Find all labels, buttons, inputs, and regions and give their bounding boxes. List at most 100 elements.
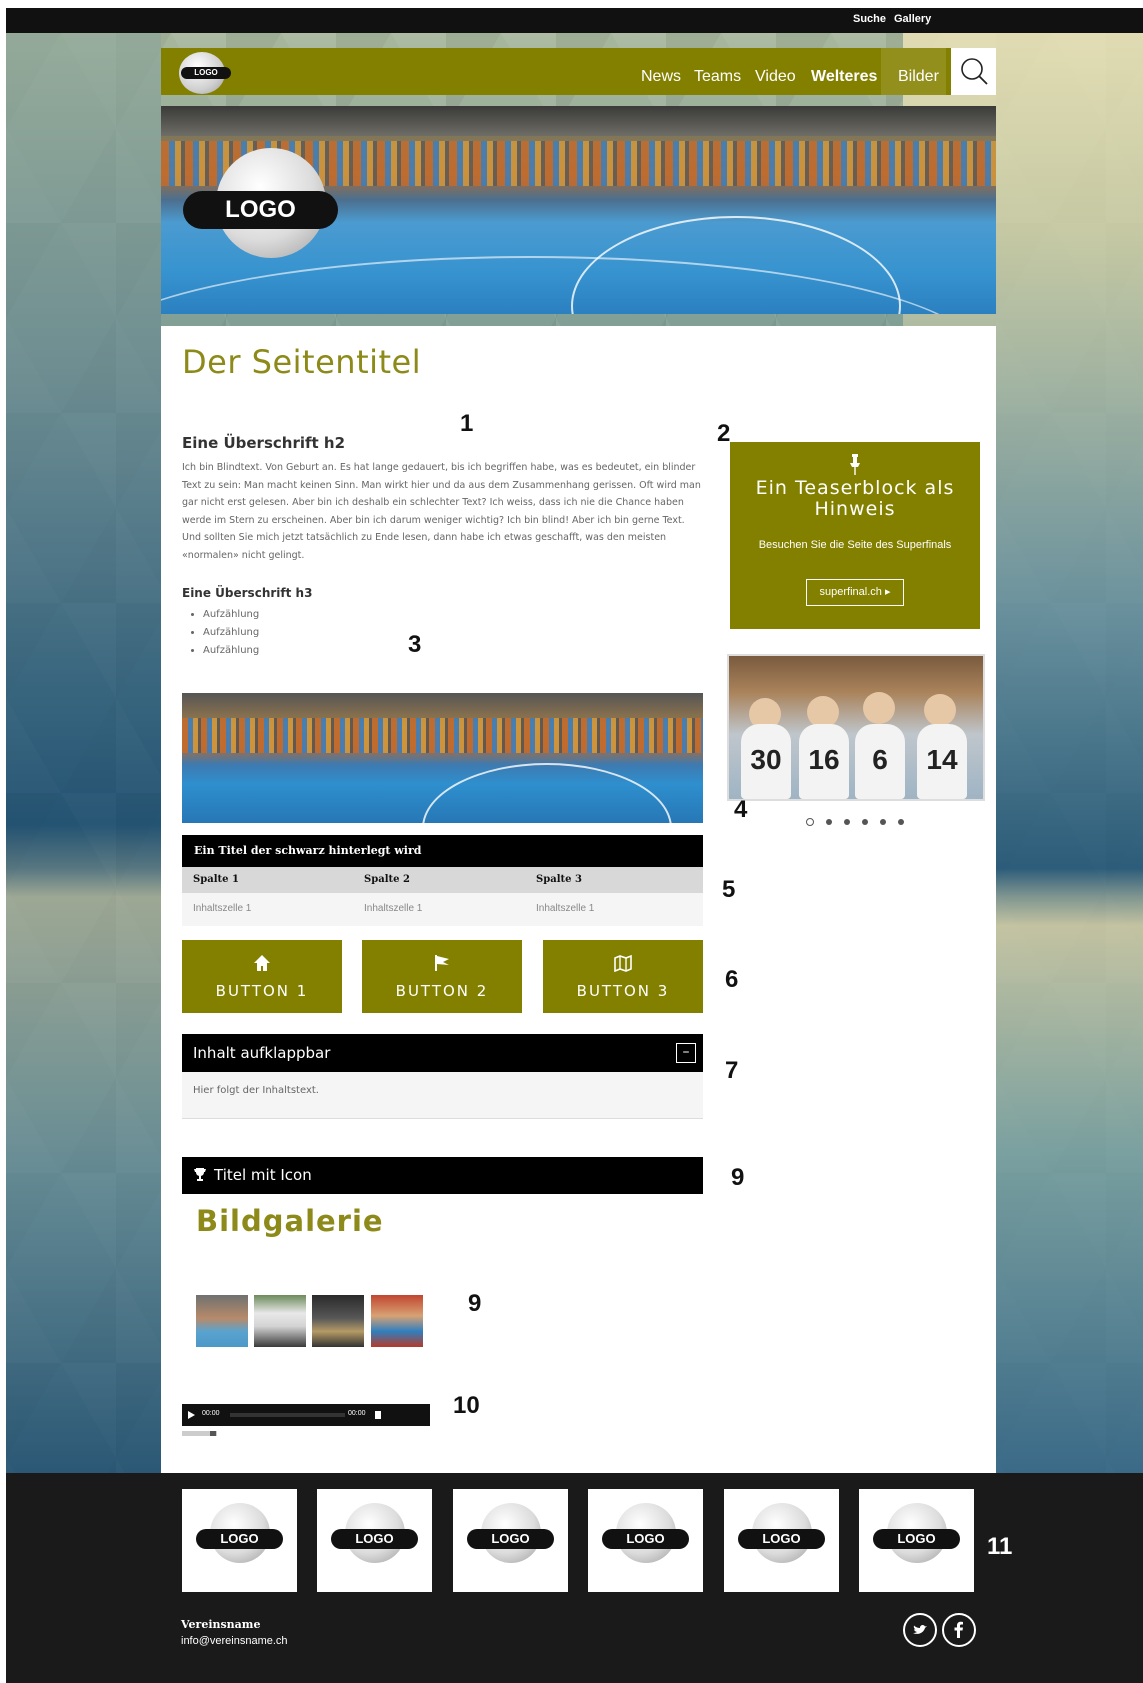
content-image bbox=[182, 693, 703, 823]
sponsor-logo[interactable]: LOGO bbox=[724, 1489, 839, 1592]
table-cell: Inhaltszelle 1 bbox=[536, 903, 595, 914]
marker-11: 11 bbox=[987, 1533, 1013, 1560]
body-text: Ich bin Blindtext. Von Geburt an. Es hat… bbox=[182, 462, 701, 561]
player-jersey: 16 bbox=[799, 724, 849, 799]
pin-icon bbox=[850, 454, 860, 475]
marker-10: 10 bbox=[453, 1392, 480, 1419]
twitter-button[interactable] bbox=[903, 1613, 937, 1647]
main-nav: LOGO News Teams Video Welteres Bilder bbox=[161, 48, 996, 95]
button-3[interactable]: BUTTON 3 bbox=[543, 940, 703, 1013]
slider-dot[interactable] bbox=[898, 818, 904, 825]
button-2[interactable]: BUTTON 2 bbox=[362, 940, 522, 1013]
nav-item-teams[interactable]: Teams bbox=[694, 48, 741, 95]
club-name: Vereinsname bbox=[181, 1618, 261, 1631]
footer: LOGO LOGO LOGO LOGO LOGO LOGO 11 Vereins… bbox=[6, 1473, 1143, 1683]
marker-4: 4 bbox=[734, 796, 748, 823]
sponsor-logo[interactable]: LOGO bbox=[588, 1489, 703, 1592]
sponsor-logo-text: LOGO bbox=[331, 1529, 418, 1549]
search-button[interactable] bbox=[951, 48, 996, 95]
nav-item-bilder[interactable]: Bilder bbox=[898, 48, 939, 95]
table-row: Inhaltszelle 1 Inhaltszelle 1 Inhaltszel… bbox=[182, 893, 703, 926]
player-head bbox=[924, 694, 956, 726]
slider-dot[interactable] bbox=[826, 818, 832, 825]
teaser-subtitle: Besuchen Sie die Seite des Superfinals bbox=[758, 539, 952, 551]
image-slider[interactable]: 30 16 6 14 bbox=[727, 654, 985, 801]
player-jersey: 6 bbox=[855, 724, 905, 799]
icon-title-text: Titel mit Icon bbox=[214, 1166, 312, 1184]
table-cell: Inhaltszelle 1 bbox=[364, 903, 423, 914]
sponsor-logo[interactable]: LOGO bbox=[859, 1489, 974, 1592]
collapse-toggle[interactable]: – bbox=[676, 1043, 696, 1063]
sponsor-logo[interactable]: LOGO bbox=[182, 1489, 297, 1592]
gallery-thumb[interactable] bbox=[254, 1295, 306, 1347]
player-jersey: 30 bbox=[741, 724, 791, 799]
table-header-cell: Spalte 3 bbox=[536, 874, 582, 885]
marker-9: 9 bbox=[731, 1164, 745, 1191]
jersey-number: 14 bbox=[926, 744, 958, 775]
list-item: Aufzählung bbox=[203, 624, 259, 642]
slider-dot[interactable] bbox=[862, 818, 868, 825]
nav-logo[interactable]: LOGO bbox=[181, 67, 231, 79]
page-title: Der Seitentitel bbox=[182, 343, 422, 381]
jersey-number: 16 bbox=[808, 744, 840, 775]
gallery-title: Bildgalerie bbox=[196, 1204, 384, 1238]
volume-knob[interactable] bbox=[210, 1431, 216, 1436]
map-icon bbox=[614, 954, 632, 972]
table-title: Ein Titel der schwarz hinterlegt wird bbox=[182, 835, 703, 867]
club-email-link[interactable]: info@vereinsname.ch bbox=[181, 1635, 288, 1647]
sponsor-logo-text: LOGO bbox=[467, 1529, 554, 1549]
nav-item-news[interactable]: News bbox=[641, 48, 681, 95]
home-icon bbox=[254, 955, 270, 971]
button-1[interactable]: BUTTON 1 bbox=[182, 940, 342, 1013]
jersey-number: 30 bbox=[750, 744, 782, 775]
bullet-list: Aufzählung Aufzählung Aufzählung bbox=[203, 606, 259, 660]
icon-title-bar: Titel mit Icon bbox=[182, 1157, 703, 1194]
gallery-link[interactable]: Gallery bbox=[894, 13, 931, 25]
jersey-number: 6 bbox=[872, 744, 888, 775]
accordion-header[interactable]: Inhalt aufklappbar – bbox=[182, 1034, 703, 1072]
facebook-button[interactable] bbox=[942, 1613, 976, 1647]
volume-icon[interactable] bbox=[375, 1411, 381, 1419]
marker-5: 5 bbox=[722, 876, 736, 903]
marker-6: 6 bbox=[725, 966, 739, 993]
teaser-block: Ein Teaserblock als Hinweis Besuchen Sie… bbox=[730, 442, 980, 629]
sponsor-logo[interactable]: LOGO bbox=[317, 1489, 432, 1592]
sponsor-logo-text: LOGO bbox=[873, 1529, 960, 1549]
heading-h2: Eine Überschrift h2 bbox=[182, 434, 346, 452]
marker-1: 1 bbox=[460, 410, 474, 437]
marker-9b: 9 bbox=[468, 1290, 482, 1317]
facebook-icon bbox=[954, 1621, 963, 1638]
audio-volume-slider[interactable] bbox=[182, 1431, 217, 1436]
slider-dot[interactable] bbox=[844, 818, 850, 825]
accordion-title: Inhalt aufklappbar bbox=[193, 1044, 331, 1062]
main-content: Der Seitentitel 1 2 Eine Überschrift h2 … bbox=[161, 326, 996, 1473]
slider-dot[interactable] bbox=[880, 818, 886, 825]
slider-dot[interactable] bbox=[806, 817, 814, 826]
list-item: Aufzählung bbox=[203, 606, 259, 624]
content-table: Ein Titel der schwarz hinterlegt wird Sp… bbox=[182, 835, 703, 926]
gallery-thumb[interactable] bbox=[196, 1295, 248, 1347]
button-label: BUTTON 2 bbox=[395, 982, 489, 1000]
list-item: Aufzählung bbox=[203, 642, 259, 660]
table-header: Spalte 1 Spalte 2 Spalte 3 bbox=[182, 867, 703, 893]
sponsor-logo[interactable]: LOGO bbox=[453, 1489, 568, 1592]
teaser-title: Ein Teaserblock als Hinweis bbox=[755, 477, 955, 520]
table-header-cell: Spalte 2 bbox=[364, 874, 410, 885]
nav-item-video[interactable]: Video bbox=[755, 48, 796, 95]
sponsor-logo-text: LOGO bbox=[602, 1529, 689, 1549]
superfinal-link-button[interactable]: superfinal.ch ▸ bbox=[806, 579, 904, 606]
audio-current-time: 00:00 bbox=[202, 1410, 220, 1417]
marker-3: 3 bbox=[408, 631, 422, 658]
marker-7: 7 bbox=[725, 1057, 739, 1084]
gallery-thumb[interactable] bbox=[371, 1295, 423, 1347]
nav-item-welteres[interactable]: Welteres bbox=[811, 48, 877, 95]
hero-image: LOGO bbox=[161, 106, 996, 314]
audio-progress[interactable] bbox=[230, 1413, 345, 1417]
hero-logo: LOGO bbox=[183, 191, 338, 229]
play-icon[interactable] bbox=[188, 1411, 195, 1419]
button-label: BUTTON 1 bbox=[215, 982, 309, 1000]
gallery-thumb[interactable] bbox=[312, 1295, 364, 1347]
search-link[interactable]: Suche bbox=[853, 13, 886, 25]
court-line bbox=[422, 763, 672, 823]
sponsor-logo-text: LOGO bbox=[738, 1529, 825, 1549]
